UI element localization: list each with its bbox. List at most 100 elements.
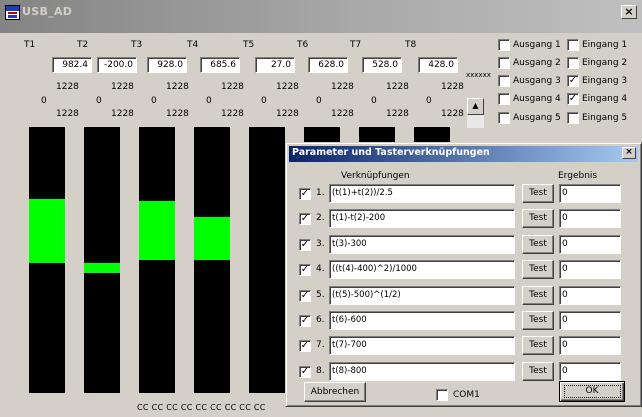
- vertical-scrollbar[interactable]: ▲: [467, 98, 484, 128]
- scale-max: 1228: [276, 82, 299, 92]
- channel-value-field[interactable]: 628.0: [308, 57, 348, 73]
- expression-input[interactable]: ((t(4)-400)^2)/1000: [329, 260, 515, 280]
- channel-bar: [29, 127, 65, 393]
- scale-max: 1228: [56, 82, 79, 92]
- channel-value-field[interactable]: 685.6: [200, 57, 240, 73]
- row-checkbox[interactable]: ✓: [299, 340, 311, 353]
- row-checkbox[interactable]: ✓: [299, 188, 311, 200]
- dialog-close-button[interactable]: ×: [622, 147, 636, 159]
- scale-bottom: 1228: [166, 109, 189, 119]
- scale-zero: 0: [96, 96, 102, 106]
- result-field[interactable]: 0: [559, 311, 621, 330]
- input-5-label: Eingang 5: [582, 113, 628, 123]
- result-field[interactable]: 0: [559, 336, 621, 356]
- input-2-label: Eingang 2: [582, 58, 628, 68]
- test-button[interactable]: Test: [522, 260, 554, 280]
- row-checkbox[interactable]: ✓: [299, 315, 311, 327]
- channel-value-field[interactable]: -200.0: [97, 57, 137, 73]
- row-number: 5.: [316, 289, 325, 300]
- row-checkbox[interactable]: ✓: [299, 264, 311, 277]
- expression-input[interactable]: t(8)-800: [329, 361, 515, 381]
- scale-max: 1228: [331, 82, 354, 92]
- output-3-checkbox[interactable]: [498, 75, 510, 87]
- expression-row: ✓ 2. t(1)-t(2)-200 Test 0: [299, 209, 634, 229]
- row-checkbox[interactable]: ✓: [299, 289, 311, 302]
- app-logo-icon: [5, 5, 20, 20]
- scale-bottom: 1228: [441, 109, 464, 119]
- scale-max: 1228: [386, 82, 409, 92]
- channel-label: T1: [24, 40, 36, 50]
- result-field[interactable]: 0: [559, 361, 621, 381]
- channel-label: T4: [187, 40, 199, 50]
- scale-zero: 0: [316, 96, 322, 106]
- channel-value-field[interactable]: 928.0: [147, 57, 187, 73]
- input-1-checkbox[interactable]: [567, 39, 579, 51]
- scale-max: 1228: [111, 82, 134, 92]
- result-field[interactable]: 0: [559, 260, 621, 280]
- output-2-label: Ausgang 2: [513, 58, 561, 68]
- output-4-checkbox[interactable]: [498, 93, 510, 105]
- expression-input[interactable]: t(6)-600: [329, 311, 515, 330]
- channel-value-field[interactable]: 982.4: [52, 57, 92, 73]
- channel-value-field[interactable]: 528.0: [362, 57, 402, 73]
- result-field[interactable]: 0: [559, 234, 621, 254]
- scale-max: 1228: [221, 82, 244, 92]
- scroll-up-icon[interactable]: ▲: [467, 98, 484, 115]
- test-button[interactable]: Test: [522, 336, 554, 356]
- test-button[interactable]: Test: [522, 285, 554, 305]
- output-2-checkbox[interactable]: [498, 57, 510, 69]
- input-3-checkbox[interactable]: ✓: [567, 75, 579, 87]
- output-4-label: Ausgang 4: [513, 94, 561, 104]
- expression-input[interactable]: (t(1)+t(2))/2.5: [329, 184, 515, 203]
- channel-label: T5: [243, 40, 255, 50]
- result-field[interactable]: 0: [559, 184, 621, 203]
- output-5-checkbox[interactable]: [498, 112, 510, 124]
- expression-input[interactable]: t(3)-300: [329, 234, 515, 254]
- expression-row: ✓ 3. t(3)-300 Test 0: [299, 234, 634, 255]
- placeholder-text: xxxxxx: [466, 71, 491, 79]
- input-4-checkbox[interactable]: ✓: [567, 93, 579, 105]
- output-1-checkbox[interactable]: [498, 39, 510, 51]
- channel-value-field[interactable]: 27.0: [255, 57, 295, 73]
- scroll-track[interactable]: [467, 115, 484, 128]
- test-button[interactable]: Test: [522, 311, 554, 330]
- row-checkbox[interactable]: ✓: [299, 238, 311, 251]
- row-number: 2.: [316, 213, 325, 224]
- row-checkbox[interactable]: ✓: [299, 213, 311, 226]
- scale-zero: 0: [261, 96, 267, 106]
- expression-row: ✓ 8. t(8)-800 Test 0: [299, 361, 634, 382]
- scale-zero: 0: [371, 96, 377, 106]
- dialog-title: Parameter und Tasterverknüpfungen: [292, 147, 490, 158]
- channel-bar-fill: [139, 201, 175, 260]
- input-5-checkbox[interactable]: [567, 112, 579, 124]
- test-button[interactable]: Test: [522, 209, 554, 229]
- row-number: 6.: [316, 315, 325, 325]
- ok-button[interactable]: OK: [559, 381, 625, 402]
- input-2-checkbox[interactable]: [567, 57, 579, 69]
- test-button[interactable]: Test: [522, 234, 554, 254]
- window-close-button[interactable]: ×: [621, 5, 637, 19]
- expression-row: ✓ 4. ((t(4)-400)^2)/1000 Test 0: [299, 260, 634, 280]
- scale-zero: 0: [41, 96, 47, 106]
- scale-max: 1228: [166, 82, 189, 92]
- com1-checkbox[interactable]: [436, 389, 448, 401]
- parameter-dialog: Parameter und Tasterverknüpfungen × Verk…: [285, 142, 642, 407]
- channel-bar-fill: [29, 198, 65, 263]
- test-button[interactable]: Test: [522, 361, 554, 381]
- channel-value-field[interactable]: 428.0: [418, 57, 458, 73]
- result-field[interactable]: 0: [559, 285, 621, 305]
- channel-bar: [249, 127, 285, 393]
- scale-bottom: 1228: [111, 109, 134, 119]
- scale-bottom: 1228: [331, 109, 354, 119]
- cancel-button[interactable]: Abbrechen: [304, 382, 366, 402]
- test-button[interactable]: Test: [522, 184, 554, 203]
- row-number: 8.: [316, 365, 325, 376]
- output-5-label: Ausgang 5: [513, 113, 561, 123]
- expression-row: ✓ 6. t(6)-600 Test 0: [299, 311, 634, 331]
- result-field[interactable]: 0: [559, 209, 621, 229]
- scale-bottom: 1228: [221, 109, 244, 119]
- row-checkbox[interactable]: ✓: [299, 365, 311, 378]
- expression-input[interactable]: (t(5)-500)^(1/2): [329, 285, 515, 305]
- expression-input[interactable]: t(1)-t(2)-200: [329, 209, 515, 229]
- expression-input[interactable]: t(7)-700: [329, 336, 515, 356]
